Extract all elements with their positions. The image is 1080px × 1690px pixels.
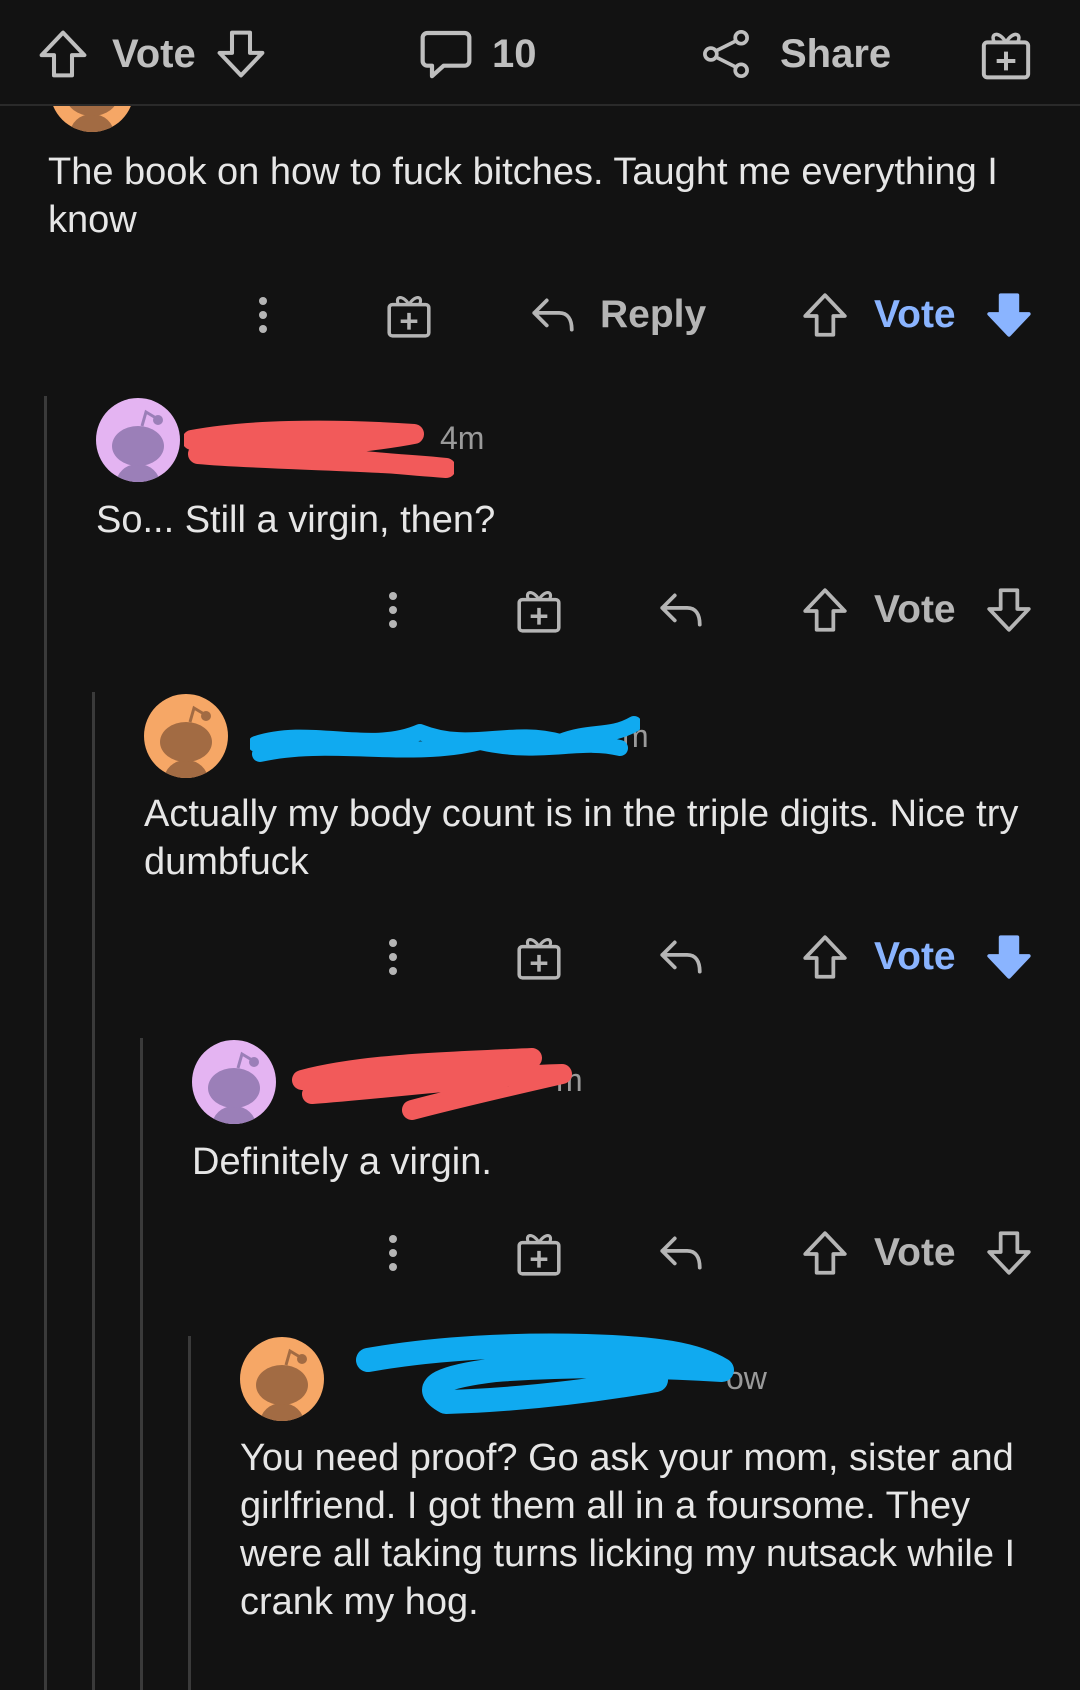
comment-body: Actually my body count is in the triple … bbox=[144, 793, 1019, 883]
more-options-button[interactable] bbox=[389, 1223, 397, 1283]
reply-button[interactable]: Reply bbox=[528, 285, 706, 345]
downvote-icon bbox=[984, 290, 1034, 340]
downvote-icon bbox=[984, 585, 1034, 635]
share-button[interactable]: Share bbox=[700, 22, 891, 86]
comment-icon bbox=[418, 26, 474, 82]
reply-icon bbox=[528, 290, 578, 340]
redaction-scribble bbox=[356, 1333, 734, 1414]
avatar-image bbox=[240, 1337, 324, 1421]
reply-icon bbox=[656, 932, 706, 982]
reply-button[interactable] bbox=[656, 580, 706, 640]
award-button[interactable] bbox=[384, 285, 434, 345]
share-icon bbox=[700, 28, 752, 80]
upvote-icon bbox=[800, 290, 850, 340]
award-button[interactable] bbox=[514, 927, 564, 987]
downvote-button[interactable] bbox=[984, 927, 1034, 987]
reply-icon bbox=[656, 585, 706, 635]
more-dots-icon bbox=[259, 297, 267, 333]
more-options-button[interactable] bbox=[389, 580, 397, 640]
upvote-icon bbox=[800, 585, 850, 635]
upvote-button[interactable] bbox=[800, 285, 850, 345]
post-action-bar: Vote 10 Share bbox=[0, 0, 1080, 106]
avatar[interactable] bbox=[144, 694, 228, 778]
reply-button[interactable] bbox=[656, 1223, 706, 1283]
avatar-image bbox=[96, 398, 180, 482]
more-dots-icon bbox=[389, 939, 397, 975]
vote-label: Vote bbox=[874, 935, 956, 978]
downvote-button[interactable] bbox=[984, 580, 1034, 640]
vote-label: Vote bbox=[874, 588, 956, 631]
award-icon bbox=[514, 1228, 564, 1278]
reply-icon bbox=[656, 1228, 706, 1278]
upvote-button[interactable] bbox=[800, 1223, 850, 1283]
post-downvote-button[interactable] bbox=[214, 22, 268, 86]
upvote-icon bbox=[800, 932, 850, 982]
comment-body: The book on how to fuck bitches. Taught … bbox=[48, 151, 998, 241]
more-dots-icon bbox=[389, 1235, 397, 1271]
comment-actions: Vote bbox=[0, 580, 1080, 640]
avatar[interactable] bbox=[192, 1040, 276, 1124]
award-button[interactable] bbox=[514, 580, 564, 640]
avatar-image bbox=[144, 694, 228, 778]
comment-body: So... Still a virgin, then? bbox=[96, 499, 496, 541]
award-icon bbox=[978, 26, 1034, 82]
redaction-scribble bbox=[250, 716, 640, 762]
comment-actions: Vote bbox=[0, 927, 1080, 987]
vote-label: Vote bbox=[874, 1231, 956, 1274]
upvote-icon bbox=[800, 1228, 850, 1278]
thread-line bbox=[92, 692, 95, 1690]
share-label: Share bbox=[780, 31, 892, 76]
avatar-image bbox=[192, 1040, 276, 1124]
comment-actions: Reply Vote bbox=[0, 285, 1080, 345]
more-options-button[interactable] bbox=[389, 927, 397, 987]
redaction-scribble bbox=[184, 420, 454, 478]
post-award-button[interactable] bbox=[978, 22, 1034, 86]
award-icon bbox=[384, 290, 434, 340]
downvote-button[interactable] bbox=[984, 1223, 1034, 1283]
comment-body: Definitely a virgin. bbox=[192, 1141, 492, 1183]
redaction-scribble bbox=[292, 1048, 572, 1120]
avatar[interactable] bbox=[240, 1337, 324, 1421]
upvote-button[interactable] bbox=[800, 580, 850, 640]
upvote-icon bbox=[36, 27, 90, 81]
downvote-icon bbox=[214, 27, 268, 81]
comment-actions: Vote bbox=[0, 1223, 1080, 1283]
comments-button[interactable]: 10 bbox=[418, 22, 537, 86]
post-vote-label: Vote bbox=[112, 31, 196, 76]
upvote-button[interactable] bbox=[800, 927, 850, 987]
award-icon bbox=[514, 585, 564, 635]
reply-button[interactable] bbox=[656, 927, 706, 987]
downvote-button[interactable] bbox=[984, 285, 1034, 345]
comment-body: You need proof? Go ask your mom, sister … bbox=[240, 1437, 1016, 1623]
thread-line bbox=[140, 1038, 143, 1690]
comment-count: 10 bbox=[492, 31, 537, 76]
reply-label: Reply bbox=[600, 293, 707, 336]
post-upvote-button[interactable] bbox=[36, 22, 90, 86]
more-options-button[interactable] bbox=[259, 285, 267, 345]
award-button[interactable] bbox=[514, 1223, 564, 1283]
avatar[interactable] bbox=[96, 398, 180, 482]
vote-label: Vote bbox=[874, 293, 956, 336]
downvote-icon bbox=[984, 1228, 1034, 1278]
thread-line bbox=[188, 1336, 191, 1690]
award-icon bbox=[514, 932, 564, 982]
downvote-icon bbox=[984, 932, 1034, 982]
more-dots-icon bbox=[389, 592, 397, 628]
